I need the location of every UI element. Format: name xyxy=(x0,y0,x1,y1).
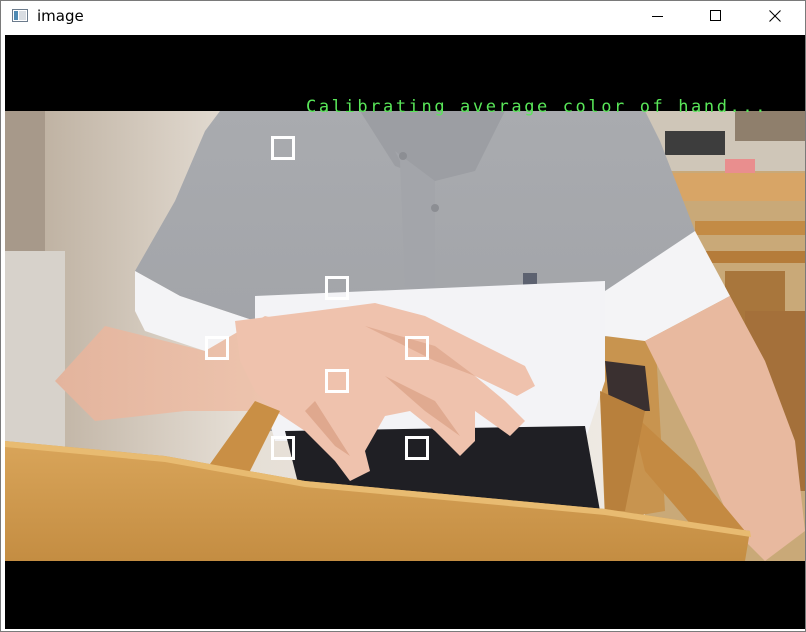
maximize-button[interactable] xyxy=(687,1,745,31)
sample-box xyxy=(271,136,295,160)
title-bar[interactable]: image xyxy=(1,1,805,31)
sample-box xyxy=(405,436,429,460)
minimize-icon xyxy=(652,16,663,17)
sample-box xyxy=(325,369,349,393)
sample-box xyxy=(405,336,429,360)
close-button[interactable] xyxy=(746,1,804,31)
app-window-icon xyxy=(12,9,28,22)
minimize-button[interactable] xyxy=(629,1,687,31)
close-icon xyxy=(769,10,781,22)
sample-box xyxy=(325,276,349,300)
sample-box xyxy=(205,336,229,360)
window-title: image xyxy=(37,7,84,25)
calibration-status-text: Calibrating average color of hand... xyxy=(306,97,769,117)
image-window: image Calibrating average color of hand.… xyxy=(0,0,806,632)
maximize-icon xyxy=(710,10,721,21)
image-canvas[interactable]: Calibrating average color of hand... xyxy=(5,35,805,629)
sample-box xyxy=(271,436,295,460)
